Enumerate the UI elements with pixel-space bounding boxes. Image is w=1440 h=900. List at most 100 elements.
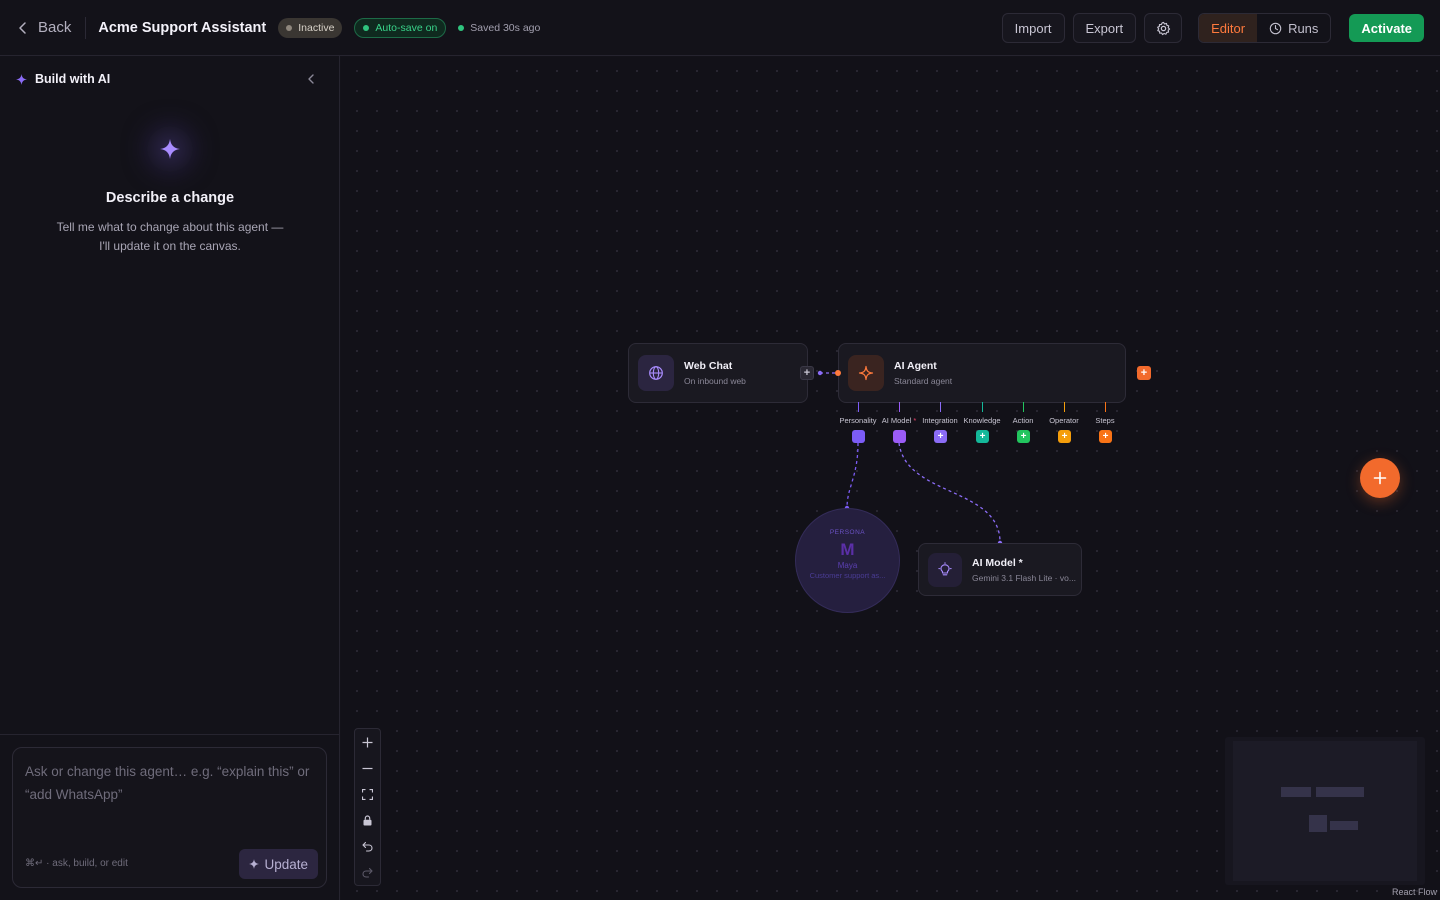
update-button[interactable]: Update: [239, 849, 318, 879]
autosave-dot: [363, 24, 370, 31]
sparkle-icon: [160, 139, 180, 159]
slot-port-integration[interactable]: +: [934, 430, 947, 443]
undo-button[interactable]: [355, 833, 380, 859]
lightbulb-icon: [938, 561, 952, 575]
autosave-badge[interactable]: Auto-save on: [354, 17, 447, 38]
web-chat-text: Web Chat On inbound web: [684, 360, 746, 386]
update-label: Update: [264, 856, 308, 872]
web-chat-subtitle: On inbound web: [684, 376, 746, 386]
slot-port-ai-model[interactable]: [893, 430, 906, 443]
collapse-panel-icon[interactable]: [305, 73, 317, 85]
ai-agent-title: AI Agent: [894, 360, 937, 372]
back-button[interactable]: Back: [16, 19, 71, 36]
slot-label-text: Knowledge: [963, 416, 1001, 425]
minus-icon: [362, 767, 373, 769]
ai-model-icon-box: [928, 552, 962, 587]
flow-canvas[interactable]: Web Chat On inbound web + AI Agent Stand…: [341, 57, 1440, 900]
globe-icon: [649, 366, 663, 380]
zoom-in-button[interactable]: [355, 729, 380, 755]
ai-agent-add-port[interactable]: +: [1137, 366, 1151, 380]
header-divider: [85, 16, 87, 39]
slot-connector: [858, 402, 859, 412]
saved-dot: [458, 24, 465, 31]
ai-agent-subtitle: Standard agent: [894, 376, 953, 386]
persona-node[interactable]: PERSONA M Maya Customer support as...: [795, 508, 900, 613]
slot-label: Action: [1013, 416, 1034, 425]
undo-icon: [362, 841, 373, 852]
import-button[interactable]: Import: [1001, 13, 1065, 43]
tab-editor[interactable]: Editor: [1199, 14, 1258, 42]
required-marker: *: [913, 416, 917, 425]
header-actions: Import Export Editor Runs Activate: [1001, 13, 1424, 43]
add-node-button[interactable]: [1360, 458, 1400, 498]
composer-divider: [0, 734, 340, 735]
plus-icon: [362, 737, 373, 747]
slot-connector: [1064, 402, 1065, 412]
react-flow-attribution[interactable]: React Flow: [1392, 887, 1437, 897]
slot-connector: [1105, 402, 1106, 412]
agent-title: Acme Support Assistant: [98, 19, 267, 36]
slot-connector: [940, 402, 941, 412]
slot-connector: [982, 402, 983, 412]
slot-port-operator[interactable]: +: [1058, 430, 1071, 443]
ai-model-title: AI Model *: [972, 556, 1023, 569]
slot-connector: [899, 402, 900, 412]
shortcut-hint: ⌘↵ · ask, build, or edit: [25, 858, 128, 869]
panel-header: Build with AI: [16, 72, 110, 86]
empty-state-body: Tell me what to change about this agent …: [56, 220, 284, 253]
minimap-viewport: [1233, 741, 1417, 881]
slot-label-text: Personality: [839, 416, 877, 425]
canvas-controls: [354, 728, 381, 886]
web-chat-add-port[interactable]: +: [800, 366, 814, 380]
ai-model-subtitle: Gemini 3.1 Flash Lite · vo...: [972, 572, 1076, 583]
minimap-node-agent: [1316, 787, 1364, 797]
slot-label-text: Integration: [922, 416, 958, 425]
persona-description: Customer support as...: [809, 571, 886, 580]
persona-label: PERSONA: [829, 529, 866, 536]
edge-webchat-source-dot: [817, 370, 823, 376]
status-badge-label: Inactive: [298, 21, 335, 34]
slot-connector: [1023, 402, 1024, 412]
edge-personality-persona: [846, 442, 859, 509]
lock-button[interactable]: [355, 807, 380, 833]
ai-agent-text: AI Agent Standard agent: [894, 360, 952, 386]
slot-label: Steps: [1095, 416, 1114, 425]
minimap[interactable]: [1225, 737, 1425, 885]
slot-port-action[interactable]: +: [1017, 430, 1030, 443]
slot-port-personality[interactable]: [852, 430, 865, 443]
zoom-out-button[interactable]: [355, 755, 380, 781]
slot-label-text: Steps: [1095, 416, 1115, 425]
chevron-left-icon: [19, 21, 26, 34]
status-dot: [286, 24, 293, 31]
build-with-ai-panel: Build with AI Describe a change Tell me …: [0, 56, 340, 900]
tab-runs[interactable]: Runs: [1257, 14, 1330, 42]
web-chat-node[interactable]: Web Chat On inbound web: [628, 343, 808, 403]
sparkle-icon: [858, 365, 874, 381]
view-toggle: Editor Runs: [1198, 13, 1332, 43]
activate-button[interactable]: Activate: [1349, 14, 1424, 42]
slot-port-knowledge[interactable]: +: [976, 430, 989, 443]
persona-avatar: M: [840, 540, 855, 559]
minimap-node-aimodel: [1330, 821, 1358, 830]
top-bar: Back Acme Support Assistant Inactive Aut…: [0, 0, 1440, 56]
export-button[interactable]: Export: [1072, 13, 1137, 43]
web-chat-icon-box: [638, 355, 674, 391]
clock-icon: [1269, 22, 1282, 34]
ai-agent-target-handle[interactable]: [835, 370, 841, 376]
slot-label: Knowledge: [963, 416, 1000, 425]
lock-icon: [363, 814, 372, 825]
edge-aimodel-node: [898, 442, 1001, 544]
prompt-input[interactable]: [25, 760, 315, 830]
slot-label-text: Action: [1012, 416, 1034, 425]
autosave-badge-label: Auto-save on: [375, 21, 438, 34]
fit-view-button[interactable]: [355, 781, 380, 807]
saved-text: Saved 30s ago: [470, 21, 541, 34]
slot-port-steps[interactable]: +: [1099, 430, 1112, 443]
gear-icon: [1156, 21, 1170, 35]
settings-button[interactable]: [1144, 13, 1183, 43]
ai-model-node[interactable]: AI Model * Gemini 3.1 Flash Lite · vo...: [918, 543, 1082, 596]
redo-button[interactable]: [355, 859, 380, 885]
ai-agent-node[interactable]: AI Agent Standard agent: [838, 343, 1126, 403]
ai-model-text: AI Model * Gemini 3.1 Flash Lite · vo...: [972, 557, 1076, 583]
empty-state: Describe a change Tell me what to change…: [0, 126, 340, 256]
